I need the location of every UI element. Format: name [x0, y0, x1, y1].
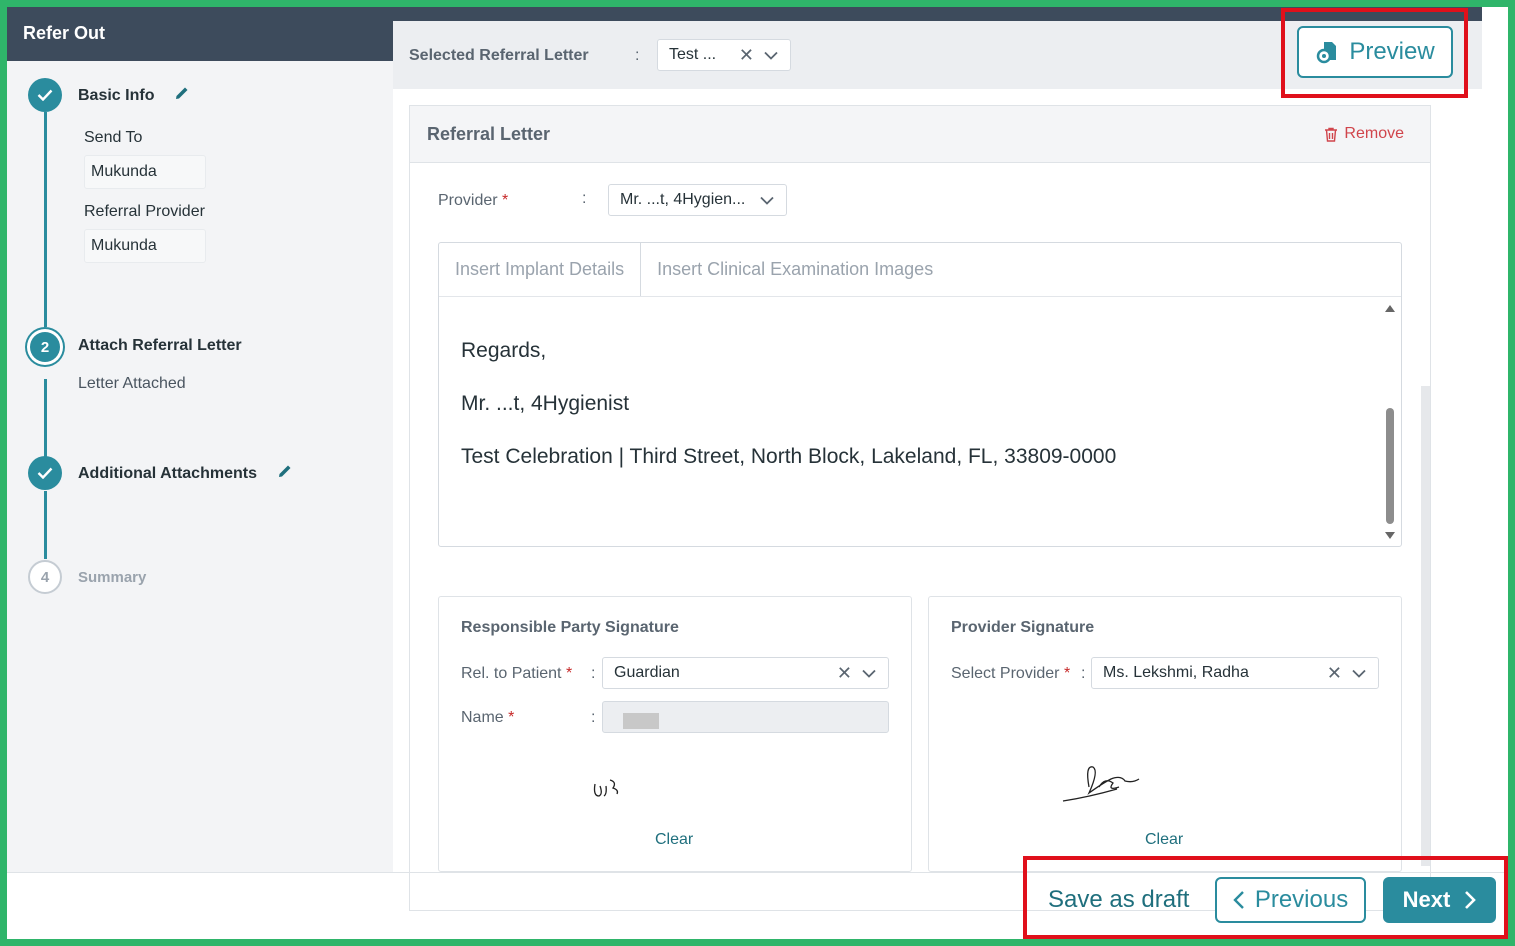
step-connector: [44, 491, 47, 559]
editor-toolbar: Insert Implant Details Insert Clinical E…: [439, 243, 1401, 297]
provider-signature-title: Provider Signature: [951, 619, 1095, 636]
colon: :: [591, 665, 596, 682]
select-provider-text: Select Provider: [951, 665, 1060, 682]
colon: :: [582, 190, 587, 207]
send-to-label: Send To: [84, 129, 143, 146]
clear-x-icon[interactable]: ✕: [739, 45, 754, 66]
trash-icon: [1325, 127, 1338, 142]
select-provider-label: Select Provider *: [951, 665, 1070, 683]
selected-referral-letter-label: Selected Referral Letter: [409, 47, 589, 64]
insert-clinical-images-tab[interactable]: Insert Clinical Examination Images: [641, 243, 949, 296]
chevron-down-icon[interactable]: [764, 51, 778, 60]
colon: :: [635, 47, 640, 64]
highlight-preview: [1281, 8, 1468, 98]
clear-signature-button[interactable]: Clear: [1145, 831, 1183, 849]
step-connector: [44, 379, 47, 457]
remove-label: Remove: [1344, 125, 1404, 142]
highlight-footer-actions: [1023, 856, 1508, 939]
sidebar-title: Refer Out: [7, 7, 393, 61]
redacted-name: [623, 713, 659, 729]
chevron-down-icon[interactable]: [760, 196, 774, 205]
responsible-party-signature-card: Responsible Party Signature Rel. to Pati…: [438, 596, 912, 872]
chevron-down-icon[interactable]: [1352, 669, 1366, 678]
step-title: Summary: [78, 569, 147, 586]
scroll-up-arrow-icon[interactable]: [1385, 305, 1395, 312]
letter-attached-text: Letter Attached: [78, 375, 186, 392]
rel-to-patient-text: Rel. to Patient: [461, 665, 562, 682]
colon: :: [591, 709, 596, 726]
edit-pencil-icon[interactable]: [174, 85, 190, 106]
scroll-thumb[interactable]: [1386, 408, 1394, 524]
name-label: Name *: [461, 709, 514, 727]
step-3-check-icon[interactable]: [28, 456, 62, 490]
responsible-signature-pad[interactable]: [591, 772, 625, 802]
rel-to-patient-select[interactable]: Guardian ✕: [602, 657, 889, 689]
referral-letter-select-value: Test ...: [669, 46, 717, 63]
step-basic-info[interactable]: Basic Info: [78, 85, 190, 106]
scroll-down-arrow-icon[interactable]: [1385, 532, 1395, 539]
provider-signature-card: Provider Signature Select Provider * : M…: [928, 596, 1402, 872]
clear-x-icon[interactable]: ✕: [837, 663, 852, 684]
clear-signature-button[interactable]: Clear: [655, 831, 693, 849]
edit-pencil-icon[interactable]: [277, 463, 293, 484]
provider-label-text: Provider: [438, 192, 498, 209]
step-4-number[interactable]: 4: [28, 560, 62, 594]
step-title: Attach Referral Letter: [78, 337, 242, 354]
card-title: Referral Letter: [427, 123, 551, 144]
provider-select-value: Mr. ...t, 4Hygien...: [620, 191, 746, 208]
send-to-value: Mukunda: [84, 155, 206, 189]
editor-scrollbar[interactable]: [1383, 301, 1397, 541]
provider-signature-pad[interactable]: [1059, 757, 1143, 807]
step-attach-referral-letter[interactable]: Attach Referral Letter: [78, 337, 242, 355]
step-summary[interactable]: Summary: [78, 569, 146, 586]
select-provider-select[interactable]: Ms. Lekshmi, Radha ✕: [1091, 657, 1379, 689]
referral-letter-select[interactable]: Test ... ✕: [657, 39, 791, 71]
step-connector: [44, 112, 47, 327]
required-mark: *: [1063, 665, 1071, 682]
step-2-number[interactable]: 2: [30, 332, 60, 362]
name-label-text: Name: [461, 709, 504, 726]
responsible-signature-title: Responsible Party Signature: [461, 619, 679, 636]
required-mark: *: [508, 709, 515, 726]
step-1-check-icon[interactable]: [28, 78, 62, 112]
letter-line: Mr. ...t, 4Hygienist: [461, 392, 630, 415]
required-mark: *: [565, 665, 573, 682]
step-additional-attachments[interactable]: Additional Attachments: [78, 463, 293, 484]
provider-select[interactable]: Mr. ...t, 4Hygien...: [608, 184, 787, 216]
app-frame: Refer Out Basic Info Send To Mukunda Ref…: [7, 7, 1508, 939]
rel-to-patient-label: Rel. to Patient *: [461, 665, 572, 683]
rel-to-patient-value: Guardian: [614, 664, 680, 681]
provider-label: Provider *: [438, 192, 508, 210]
insert-implant-details-tab[interactable]: Insert Implant Details: [439, 243, 642, 296]
name-input[interactable]: [602, 701, 889, 733]
letter-line: Regards,: [461, 339, 547, 362]
letter-body[interactable]: Regards, Mr. ...t, 4Hygienist Test Celeb…: [461, 337, 1116, 496]
referral-provider-value: Mukunda: [84, 229, 206, 263]
referral-letter-card: Referral Letter Remove Provider * : Mr. …: [409, 105, 1431, 911]
letter-line: Test Celebration | Third Street, North B…: [461, 445, 1117, 468]
card-header: Referral Letter Remove: [410, 106, 1430, 163]
letter-editor[interactable]: Insert Implant Details Insert Clinical E…: [438, 242, 1402, 547]
clear-x-icon[interactable]: ✕: [1327, 663, 1342, 684]
step-title: Additional Attachments: [78, 464, 257, 482]
referral-provider-label: Referral Provider: [84, 203, 205, 220]
chevron-down-icon[interactable]: [862, 669, 876, 678]
remove-button[interactable]: Remove: [1324, 125, 1404, 143]
colon: :: [1081, 665, 1086, 682]
required-mark: *: [502, 192, 509, 209]
card-scrollbar[interactable]: [1421, 386, 1430, 866]
select-provider-value: Ms. Lekshmi, Radha: [1103, 664, 1249, 681]
sidebar: Refer Out Basic Info Send To Mukunda Ref…: [7, 7, 393, 873]
step-title: Basic Info: [78, 86, 155, 104]
